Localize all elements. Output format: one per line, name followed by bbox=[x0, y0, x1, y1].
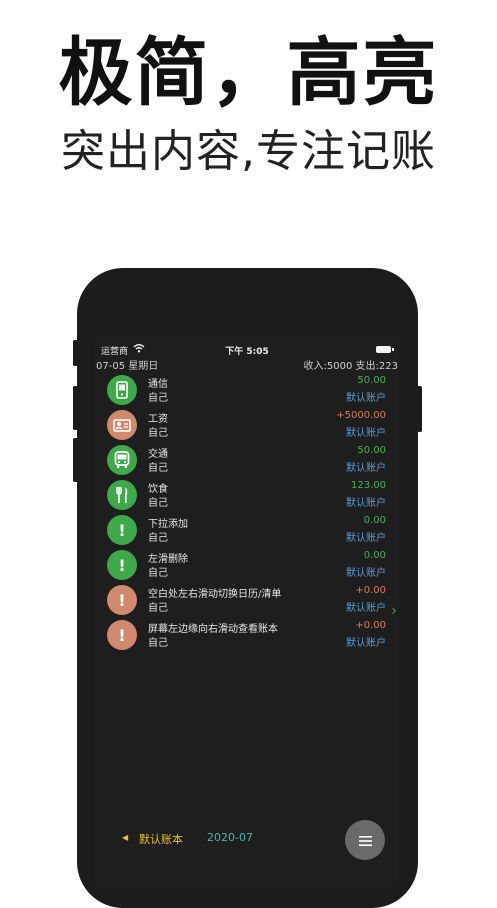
entry-account: 默认账户 bbox=[346, 533, 386, 544]
entry-amount: 0.00 bbox=[363, 550, 386, 561]
status-time: 下午 5:05 bbox=[225, 347, 269, 357]
battery-icon bbox=[376, 346, 394, 353]
bus-icon bbox=[107, 445, 137, 475]
month-selector[interactable]: 2020-07 bbox=[207, 831, 253, 844]
entry-amount: +0.00 bbox=[355, 620, 386, 631]
entry-category: 工资 bbox=[148, 414, 168, 425]
entry-category: 屏幕左边缘向右滑动查看账本 bbox=[148, 624, 278, 635]
entry-row[interactable]: ! 下拉添加自己 0.00 默认账户 bbox=[95, 512, 399, 547]
entry-account: 默认账户 bbox=[346, 393, 386, 404]
entry-payer: 自己 bbox=[148, 498, 168, 509]
entry-payer: 自己 bbox=[148, 638, 168, 649]
exclamation-icon: ! bbox=[107, 620, 137, 650]
account-book-selector[interactable]: 默认账本 bbox=[139, 831, 183, 847]
entry-category: 饮食 bbox=[148, 484, 168, 495]
day-totals: 收入:5000 支出:223 bbox=[303, 361, 398, 372]
entry-payer: 自己 bbox=[148, 393, 168, 404]
entry-row[interactable]: ! 屏幕左边缘向右滑动查看账本 自己 +0.00 默认账户 bbox=[95, 617, 399, 652]
entry-payer: 自己 bbox=[148, 428, 168, 439]
entry-account: 默认账户 bbox=[346, 498, 386, 509]
day-date[interactable]: 07-05 星期日 bbox=[96, 357, 158, 372]
entry-account: 默认账户 bbox=[346, 428, 386, 439]
promo-headline: 极简，高亮 bbox=[58, 30, 439, 116]
fork-knife-icon bbox=[107, 480, 137, 510]
entry-amount: +0.00 bbox=[355, 585, 386, 596]
exclamation-icon: ! bbox=[107, 585, 137, 615]
entry-amount: +5000.00 bbox=[336, 410, 386, 421]
entry-row[interactable]: 饮食自己 123.00 默认账户 bbox=[95, 477, 399, 512]
entry-list: 通信 自己 50.00 默认账户 工资 自己 +5000.00 默认账户 交通 自己 50.00 默认… bbox=[95, 372, 399, 652]
entry-amount: 50.00 bbox=[357, 445, 386, 456]
menu-button[interactable] bbox=[345, 820, 385, 860]
exclamation-icon: ! bbox=[107, 515, 137, 545]
phone-volume-up bbox=[73, 386, 78, 430]
entry-amount: 50.00 bbox=[357, 375, 386, 386]
promo-subline: 突出内容,专注记账 bbox=[61, 126, 436, 177]
entry-account: 默认账户 bbox=[346, 568, 386, 579]
entry-category: 通信 bbox=[148, 379, 168, 390]
mobile-phone-icon bbox=[107, 375, 137, 405]
entry-account: 默认账户 bbox=[346, 638, 386, 649]
entry-payer: 自己 bbox=[148, 463, 168, 474]
app-screen: 运营商 下午 5:05 07-05 星期日 收入:5000 支出:223 通信自… bbox=[95, 340, 399, 883]
phone-volume-down bbox=[73, 438, 78, 482]
chevron-right-icon[interactable]: › bbox=[389, 603, 399, 619]
entry-payer: 自己 bbox=[148, 568, 168, 579]
entry-category: 下拉添加 bbox=[148, 519, 188, 530]
salary-icon bbox=[107, 410, 137, 440]
triangle-left-icon[interactable]: ◀ bbox=[122, 833, 128, 842]
entry-row[interactable]: 交通自己 50.00 默认账户 bbox=[95, 442, 399, 477]
entry-row[interactable]: ! 空白处左右滑动切换日历/清单 自己 +0.00 默认账户 bbox=[95, 582, 399, 617]
menu-icon bbox=[358, 831, 372, 850]
entry-row[interactable]: 通信自己 50.00 默认账户 bbox=[95, 372, 399, 407]
phone-power-button bbox=[417, 386, 422, 432]
entry-category: 空白处左右滑动切换日历/清单 bbox=[148, 589, 282, 600]
exclamation-icon: ! bbox=[107, 550, 137, 580]
entry-amount: 123.00 bbox=[351, 480, 386, 491]
entry-payer: 自己 bbox=[148, 533, 168, 544]
entry-payer: 自己 bbox=[148, 603, 168, 614]
entry-account: 默认账户 bbox=[346, 463, 386, 474]
entry-account: 默认账户 bbox=[346, 603, 386, 614]
day-summary: 07-05 星期日 收入:5000 支出:223 bbox=[95, 357, 399, 372]
phone-mute-switch bbox=[73, 340, 78, 366]
entry-category: 左滑删除 bbox=[148, 554, 188, 565]
status-bar: 运营商 下午 5:05 bbox=[95, 344, 399, 358]
entry-amount: 0.00 bbox=[363, 515, 386, 526]
entry-row[interactable]: 工资自己 +5000.00 默认账户 bbox=[95, 407, 399, 442]
entry-category: 交通 bbox=[148, 449, 168, 460]
entry-row[interactable]: ! 左滑删除自己 0.00 默认账户 bbox=[95, 547, 399, 582]
